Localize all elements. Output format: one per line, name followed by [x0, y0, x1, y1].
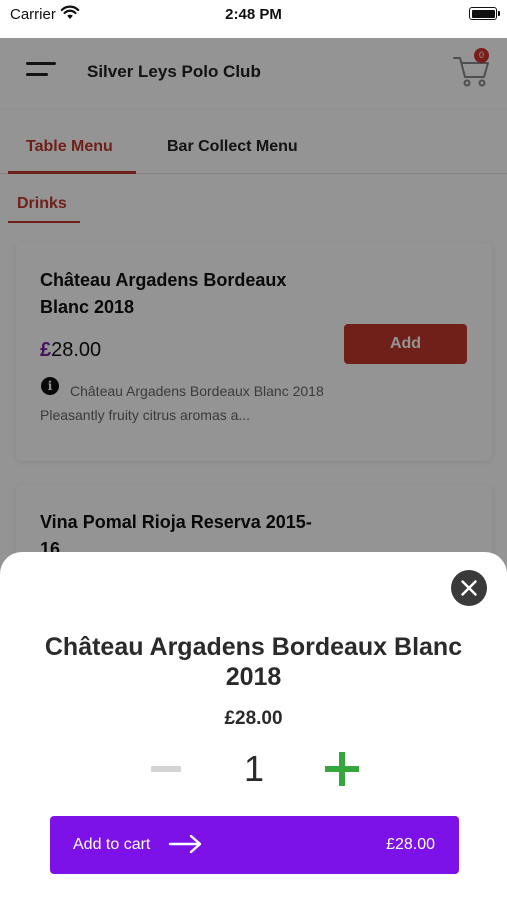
minus-icon[interactable] — [151, 766, 181, 772]
cart-total: £28.00 — [386, 836, 435, 853]
add-to-cart-button[interactable]: Add to cart £28.00 — [50, 816, 459, 874]
plus-icon[interactable] — [325, 752, 359, 786]
clock: 2:48 PM — [225, 6, 282, 23]
close-button[interactable] — [451, 570, 487, 606]
quantity-value: 1 — [243, 748, 265, 789]
close-icon — [461, 580, 477, 596]
sheet-product-price: £28.00 — [224, 708, 283, 729]
status-bar: Carrier 2:48 PM — [0, 0, 507, 38]
sheet-product-title: Château Argadens Bordeaux Blanc 2018 — [44, 633, 463, 691]
add-to-cart-sheet: Château Argadens Bordeaux Blanc 2018 £28… — [0, 552, 507, 900]
battery-icon — [469, 7, 500, 20]
arrow-right-icon — [168, 833, 204, 860]
add-to-cart-label: Add to cart — [73, 836, 151, 853]
